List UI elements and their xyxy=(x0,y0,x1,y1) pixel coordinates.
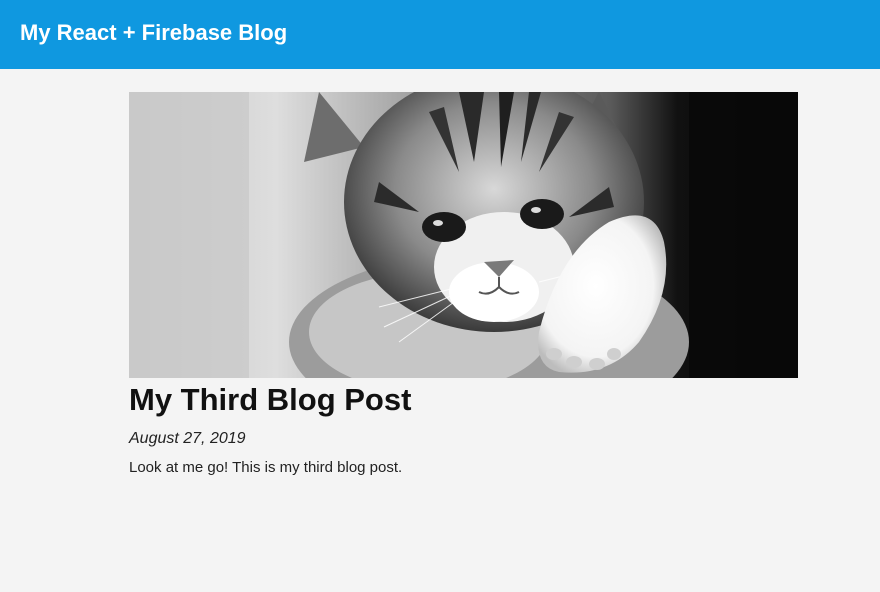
top-app-bar: My React + Firebase Blog xyxy=(0,0,880,69)
post-title: My Third Blog Post xyxy=(129,382,412,417)
post-date: August 27, 2019 xyxy=(129,430,246,447)
site-title[interactable]: My React + Firebase Blog xyxy=(20,20,287,46)
blog-post: My Third Blog Post August 27, 2019 Look … xyxy=(129,92,798,478)
post-body: Look at me go! This is my third blog pos… xyxy=(129,459,403,476)
kitten-photo xyxy=(129,92,798,378)
